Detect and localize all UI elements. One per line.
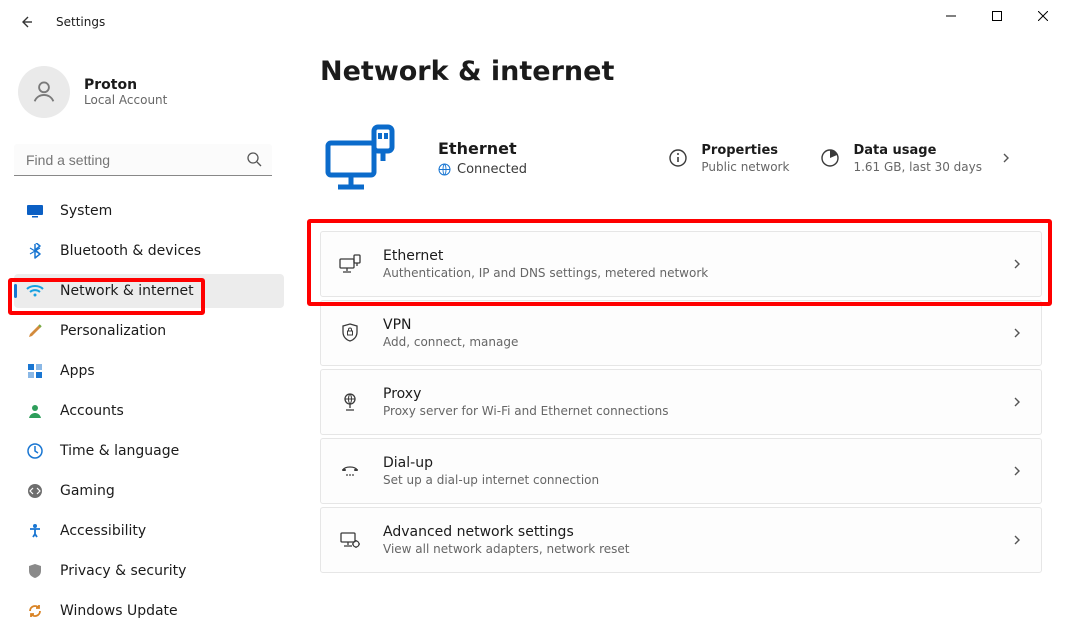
- app-title: Settings: [56, 15, 105, 29]
- sidebar-item-label: Bluetooth & devices: [60, 243, 201, 259]
- chevron-right-icon: [1000, 152, 1012, 164]
- minimize-icon: [946, 11, 956, 21]
- sidebar-item-label: System: [60, 203, 112, 219]
- sidebar-item-apps[interactable]: Apps: [14, 354, 284, 388]
- card-subtitle: Set up a dial-up internet connection: [383, 473, 599, 487]
- account-icon: [26, 402, 44, 420]
- minimize-button[interactable]: [928, 0, 974, 32]
- status-text: Ethernet Connected: [438, 139, 527, 177]
- sidebar-item-label: Time & language: [60, 443, 179, 459]
- update-icon: [26, 602, 44, 620]
- meta-sub: Public network: [701, 160, 789, 174]
- shield-icon: [26, 562, 44, 580]
- chevron-right-icon: [1011, 258, 1023, 270]
- sidebar-item-label: Network & internet: [60, 283, 194, 299]
- title-bar: Settings: [0, 0, 1066, 44]
- sidebar-item-network[interactable]: Network & internet: [14, 274, 284, 308]
- sidebar-item-label: Accounts: [60, 403, 124, 419]
- sidebar-item-system[interactable]: System: [14, 194, 284, 228]
- globe-clock-icon: [26, 442, 44, 460]
- close-icon: [1038, 11, 1048, 21]
- settings-cards: Ethernet Authentication, IP and DNS sett…: [320, 231, 1042, 573]
- bluetooth-icon: [26, 242, 44, 260]
- sidebar-item-label: Accessibility: [60, 523, 146, 539]
- sidebar-item-windows-update[interactable]: Windows Update: [14, 594, 284, 628]
- card-advanced-network[interactable]: Advanced network settings View all netwo…: [320, 507, 1042, 573]
- data-usage-icon: [819, 147, 841, 169]
- close-button[interactable]: [1020, 0, 1066, 32]
- page-title: Network & internet: [320, 56, 1042, 87]
- card-ethernet[interactable]: Ethernet Authentication, IP and DNS sett…: [320, 231, 1042, 297]
- meta-sub: 1.61 GB, last 30 days: [853, 160, 982, 174]
- user-name: Proton: [84, 77, 167, 93]
- chevron-right-icon: [1011, 327, 1023, 339]
- card-title: VPN: [383, 317, 518, 333]
- info-icon: [667, 147, 689, 169]
- card-vpn[interactable]: VPN Add, connect, manage: [320, 300, 1042, 366]
- ethernet-icon: [339, 253, 361, 275]
- chevron-right-icon: [1011, 465, 1023, 477]
- dialup-icon: [339, 460, 361, 482]
- card-subtitle: Add, connect, manage: [383, 335, 518, 349]
- paintbrush-icon: [26, 322, 44, 340]
- proxy-icon: [339, 391, 361, 413]
- sidebar-item-label: Gaming: [60, 483, 115, 499]
- back-button[interactable]: [10, 6, 42, 38]
- user-block[interactable]: Proton Local Account: [14, 52, 284, 144]
- gaming-icon: [26, 482, 44, 500]
- sidebar-item-label: Personalization: [60, 323, 166, 339]
- sidebar-item-label: Privacy & security: [60, 563, 186, 579]
- sidebar-item-privacy[interactable]: Privacy & security: [14, 554, 284, 588]
- main-content: Network & internet Ethernet Connected: [296, 44, 1066, 632]
- search-input[interactable]: [14, 144, 272, 176]
- status-state: Connected: [457, 162, 527, 177]
- chevron-right-icon: [1011, 396, 1023, 408]
- user-subtitle: Local Account: [84, 93, 167, 107]
- sidebar-item-gaming[interactable]: Gaming: [14, 474, 284, 508]
- card-dialup[interactable]: Dial-up Set up a dial-up internet connec…: [320, 438, 1042, 504]
- shield-lock-icon: [339, 322, 361, 344]
- sidebar-item-accounts[interactable]: Accounts: [14, 394, 284, 428]
- sidebar-item-label: Windows Update: [60, 603, 178, 619]
- avatar: [18, 66, 70, 118]
- nav-list: System Bluetooth & devices Network & int…: [14, 194, 284, 628]
- meta-title: Properties: [701, 143, 789, 158]
- card-subtitle: Proxy server for Wi-Fi and Ethernet conn…: [383, 404, 669, 418]
- window-controls: [928, 0, 1066, 32]
- sidebar: Proton Local Account System Bluetooth & …: [0, 44, 296, 632]
- data-usage-link[interactable]: Data usage 1.61 GB, last 30 days: [819, 143, 1012, 174]
- meta-title: Data usage: [853, 143, 982, 158]
- card-title: Ethernet: [383, 248, 708, 264]
- status-name: Ethernet: [438, 139, 527, 158]
- search-icon: [246, 151, 262, 167]
- card-title: Advanced network settings: [383, 524, 629, 540]
- apps-icon: [26, 362, 44, 380]
- sidebar-item-personalization[interactable]: Personalization: [14, 314, 284, 348]
- card-proxy[interactable]: Proxy Proxy server for Wi-Fi and Etherne…: [320, 369, 1042, 435]
- card-title: Dial-up: [383, 455, 599, 471]
- maximize-icon: [992, 11, 1002, 21]
- sidebar-item-accessibility[interactable]: Accessibility: [14, 514, 284, 548]
- properties-link[interactable]: Properties Public network: [667, 143, 789, 174]
- chevron-right-icon: [1011, 534, 1023, 546]
- sidebar-item-bluetooth[interactable]: Bluetooth & devices: [14, 234, 284, 268]
- person-icon: [30, 78, 58, 106]
- search-box[interactable]: [14, 144, 272, 176]
- wifi-icon: [26, 282, 44, 300]
- card-subtitle: Authentication, IP and DNS settings, met…: [383, 266, 708, 280]
- arrow-left-icon: [18, 14, 34, 30]
- sidebar-item-time-language[interactable]: Time & language: [14, 434, 284, 468]
- accessibility-icon: [26, 522, 44, 540]
- advanced-network-icon: [339, 529, 361, 551]
- display-icon: [26, 202, 44, 220]
- card-title: Proxy: [383, 386, 669, 402]
- globe-icon: [438, 163, 451, 176]
- maximize-button[interactable]: [974, 0, 1020, 32]
- sidebar-item-label: Apps: [60, 363, 95, 379]
- ethernet-large-icon: [320, 117, 402, 199]
- card-subtitle: View all network adapters, network reset: [383, 542, 629, 556]
- network-status-header: Ethernet Connected Properties Public net…: [320, 113, 1042, 203]
